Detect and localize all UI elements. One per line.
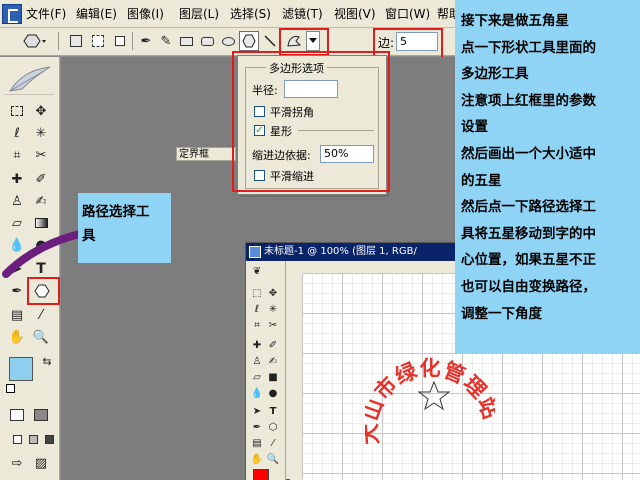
mini-heal-icon[interactable]: ✚ bbox=[250, 339, 264, 352]
instruction-line: 心位置，如果五星不正 bbox=[461, 252, 596, 269]
foreground-color-swatch[interactable] bbox=[9, 357, 33, 381]
menu-layer[interactable]: 图层(L) bbox=[179, 6, 219, 22]
menu-window[interactable]: 窗口(W) bbox=[385, 6, 430, 22]
mini-feather-icon: ❦ bbox=[252, 266, 262, 277]
freeform-pen-icon[interactable]: ✎ bbox=[156, 31, 176, 51]
mini-slice-icon[interactable]: ✂ bbox=[266, 319, 280, 332]
menu-edit[interactable]: 编辑(E) bbox=[76, 6, 117, 22]
screen-mode-full-icon[interactable] bbox=[38, 429, 60, 449]
instruction-line: 点一下形状工具里面的 bbox=[461, 39, 596, 56]
mini-hand-icon[interactable]: ✋ bbox=[250, 453, 264, 466]
instruction-panel: 接下来是做五角星 点一下形状工具里面的 多边形工具 注意项上红框里的参数 设置 … bbox=[455, 0, 640, 354]
polygon-options-highlight bbox=[232, 51, 390, 192]
mini-wand-icon[interactable]: ✳ bbox=[266, 303, 280, 316]
default-colors-icon[interactable] bbox=[6, 384, 15, 393]
shape-layers-icon[interactable] bbox=[66, 31, 86, 51]
mini-lasso-icon[interactable]: ℓ bbox=[250, 303, 264, 316]
instruction-line: 具将五星移动到字的中 bbox=[461, 225, 596, 242]
instruction-line: 然后画出一个大小适中 bbox=[461, 145, 596, 162]
healing-brush-icon[interactable]: ✚ bbox=[6, 169, 28, 189]
instruction-line: 注意项上红框里的参数 bbox=[461, 92, 596, 109]
slice-tool-icon[interactable]: ✂ bbox=[30, 145, 52, 165]
pen-tool-icon[interactable]: ✒ bbox=[136, 31, 156, 51]
mini-foreground-swatch[interactable] bbox=[253, 469, 269, 480]
instruction-line: 设置 bbox=[461, 119, 488, 136]
mini-toolbox: ❦ ⬚ ✥ ℓ ✳ ⌗ ✂ ✚ ✐ ♙ ✍ ▱ ■ 💧 ● ➤ T ✒ ⬡ ▤ … bbox=[246, 261, 286, 480]
eyedropper-tool-icon[interactable]: ⁄ bbox=[30, 305, 52, 325]
crop-tool-icon[interactable]: ⌗ bbox=[6, 145, 28, 165]
menu-select[interactable]: 选择(S) bbox=[230, 6, 271, 22]
svg-text:大山市绿化管理站: 大山市绿化管理站 bbox=[365, 355, 495, 445]
mini-zoom-icon[interactable]: 🔍 bbox=[266, 453, 280, 466]
rounded-rectangle-icon[interactable] bbox=[197, 31, 217, 51]
notes-tool-icon[interactable]: ▤ bbox=[6, 305, 28, 325]
clone-stamp-icon[interactable]: ♙ bbox=[6, 191, 28, 211]
instruction-line: 接下来是做五角星 bbox=[461, 13, 569, 29]
jump-to-imageready-icon[interactable]: ⇨ bbox=[6, 453, 28, 473]
callout-box: 路径选择工 具 bbox=[78, 193, 171, 263]
photoshop-app-icon[interactable] bbox=[2, 4, 22, 24]
instruction-line: 然后点一下路径选择工 bbox=[461, 199, 596, 216]
mini-blur-icon[interactable]: 💧 bbox=[250, 387, 264, 400]
instruction-line: 的五星 bbox=[461, 172, 502, 189]
mini-stamp-icon[interactable]: ♙ bbox=[250, 355, 264, 368]
mini-history-icon[interactable]: ✍ bbox=[266, 355, 280, 368]
star-path-icon bbox=[417, 380, 451, 411]
mini-brush-icon[interactable]: ✐ bbox=[266, 339, 280, 352]
rectangle-tool-icon[interactable] bbox=[176, 31, 196, 51]
menu-image[interactable]: 图像(I) bbox=[127, 6, 164, 22]
polygon-tool-icon[interactable] bbox=[239, 31, 259, 51]
mini-type-icon[interactable]: T bbox=[266, 405, 280, 418]
document-icon bbox=[249, 246, 261, 258]
tool-preset-picker[interactable] bbox=[22, 31, 48, 51]
hand-tool-icon[interactable]: ✋ bbox=[6, 327, 28, 347]
brush-tool-icon[interactable]: ✐ bbox=[30, 169, 52, 189]
zoom-tool-icon[interactable]: 🔍 bbox=[30, 327, 52, 347]
polygon-preset-icon bbox=[23, 34, 46, 48]
paths-mode-icon[interactable] bbox=[88, 31, 108, 51]
mini-move-icon[interactable]: ✥ bbox=[266, 287, 280, 300]
seal-artwork: 大山市绿化管理站 bbox=[365, 355, 495, 445]
mini-pen-icon[interactable]: ✒ bbox=[250, 421, 264, 434]
fill-pixels-icon[interactable] bbox=[110, 31, 130, 51]
mini-polygon-icon[interactable]: ⬡ bbox=[266, 421, 280, 434]
menu-file[interactable]: 文件(F) bbox=[26, 6, 66, 22]
menu-view[interactable]: 视图(V) bbox=[334, 6, 376, 22]
lasso-tool-icon[interactable]: ℓ bbox=[6, 123, 28, 143]
menu-filter[interactable]: 滤镜(T) bbox=[282, 6, 323, 22]
marquee-tool-icon[interactable] bbox=[6, 101, 28, 121]
callout-line: 路径选择工 bbox=[82, 204, 150, 220]
mini-marquee-icon[interactable]: ⬚ bbox=[250, 287, 264, 300]
mini-notes-icon[interactable]: ▤ bbox=[250, 437, 264, 450]
mini-crop-icon[interactable]: ⌗ bbox=[250, 319, 264, 332]
seal-text: 大山市绿化管理站 bbox=[365, 355, 495, 445]
pointer-arrow-icon bbox=[2, 228, 90, 278]
instruction-line: 也可以自由变换路径， bbox=[461, 278, 596, 295]
quick-mask-icon[interactable] bbox=[30, 405, 52, 425]
mini-gradient-icon[interactable]: ■ bbox=[266, 371, 280, 384]
instruction-line: 调整一下角度 bbox=[461, 305, 542, 322]
mini-eyedropper-icon[interactable]: ⁄ bbox=[266, 437, 280, 450]
callout-line: 具 bbox=[82, 228, 96, 244]
mini-dodge-icon[interactable]: ● bbox=[266, 387, 280, 400]
feather-logo-icon bbox=[4, 63, 54, 95]
swap-colors-icon[interactable]: ⇆ bbox=[36, 351, 58, 371]
info-strip: 定界框 bbox=[176, 147, 236, 161]
mini-path-select-icon[interactable]: ➤ bbox=[250, 405, 264, 418]
imageready-icon[interactable]: ▨ bbox=[30, 453, 52, 473]
history-brush-icon[interactable]: ✍ bbox=[30, 191, 52, 211]
magic-wand-icon[interactable]: ✳ bbox=[30, 123, 52, 143]
standard-mode-icon[interactable] bbox=[6, 405, 28, 425]
instruction-line: 多边形工具 bbox=[461, 66, 529, 83]
move-tool-icon[interactable]: ✥ bbox=[30, 101, 52, 121]
ellipse-tool-icon[interactable] bbox=[218, 31, 238, 51]
mini-eraser-icon[interactable]: ▱ bbox=[250, 371, 264, 384]
line-tool-icon[interactable] bbox=[260, 31, 280, 51]
